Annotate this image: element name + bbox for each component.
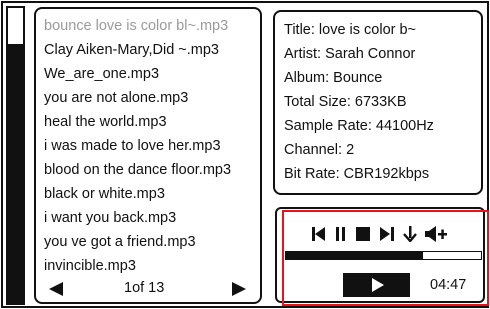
prev-page-icon[interactable] [49,282,63,296]
list-item[interactable]: blood on the dance floor.mp3 [44,161,231,179]
play-icon [372,278,384,292]
list-item[interactable]: We_are_one.mp3 [44,65,159,83]
list-item[interactable]: you ve got a friend.mp3 [44,233,196,251]
pause-icon[interactable] [335,226,347,242]
list-item[interactable]: black or white.mp3 [44,185,165,203]
list-item[interactable]: i was made to love her.mp3 [44,137,221,155]
elapsed-time: 04:47 [430,277,467,293]
pager: 1of 13 [36,279,260,299]
next-page-icon[interactable] [232,282,246,296]
skip-back-icon[interactable] [312,226,326,242]
track-info-panel: Title: love is color b~ Artist: Sarah Co… [273,10,483,195]
play-button[interactable] [343,273,410,297]
list-item[interactable]: heal the world.mp3 [44,113,167,131]
list-item[interactable]: invincible.mp3 [44,257,136,275]
scrollbar-track[interactable] [8,44,23,303]
skip-forward-icon[interactable] [380,226,394,242]
progress-fill [286,252,423,259]
title-field: Title: love is color b~ [284,22,417,38]
bit-rate-field: Bit Rate: CBR192kbps [284,166,430,182]
download-icon[interactable] [403,226,417,242]
progress-bar[interactable] [285,251,482,260]
scrollbar[interactable] [6,6,25,305]
page-indicator: 1of 13 [124,280,165,296]
list-item[interactable]: you are not alone.mp3 [44,89,188,107]
sample-rate-field: Sample Rate: 44100Hz [284,118,434,134]
artist-field: Artist: Sarah Connor [284,46,416,62]
playlist-panel: bounce love is color bl~.mp3 Clay Aiken-… [34,7,262,304]
stop-icon[interactable] [356,226,371,242]
channel-field: Channel: 2 [284,142,355,158]
list-item-selected[interactable]: bounce love is color bl~.mp3 [44,17,228,35]
total-size-field: Total Size: 6733KB [284,94,407,110]
volume-up-icon[interactable] [425,226,451,242]
list-item[interactable]: i want you back.mp3 [44,209,176,227]
list-item[interactable]: Clay Aiken-Mary,Did ~.mp3 [44,41,219,59]
album-field: Album: Bounce [284,70,383,86]
